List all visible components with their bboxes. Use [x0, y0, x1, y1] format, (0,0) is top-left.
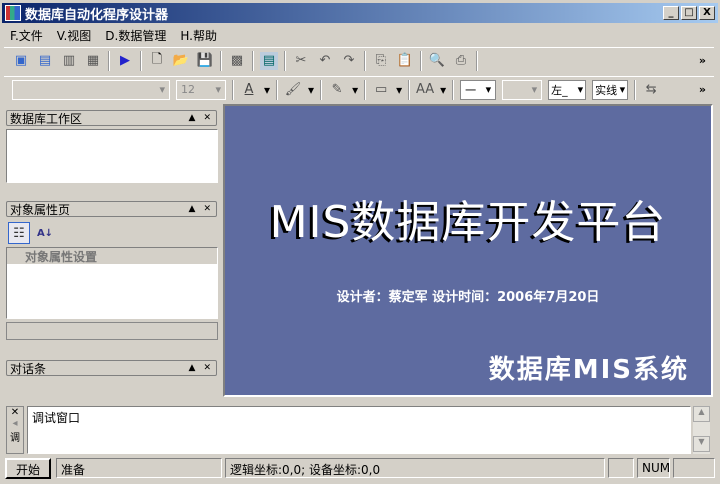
- app-icon: [5, 5, 21, 21]
- property-group-header: 对象属性设置: [7, 248, 217, 264]
- maximize-button[interactable]: □: [681, 6, 697, 20]
- menu-file[interactable]: F.文件: [10, 27, 43, 44]
- collapse-icon[interactable]: ▲: [189, 363, 196, 373]
- open-folder-icon[interactable]: 📂: [172, 52, 190, 70]
- line-style-combo[interactable]: 一 ▾: [460, 79, 497, 100]
- open-project-icon[interactable]: ▤: [36, 52, 54, 70]
- align-combo[interactable]: 左_ ▾: [548, 79, 587, 100]
- splash-system-name: 数据库MIS系统: [488, 355, 689, 385]
- debug-window[interactable]: 调试窗口: [27, 406, 691, 454]
- title-bar: 数据库自动化程序设计器 _ □ X: [2, 3, 718, 23]
- save-icon[interactable]: 💾: [196, 52, 214, 70]
- dialog-title: 对话条: [10, 361, 47, 376]
- toolbar-format: ▾ 12 ▾ A ▾ 🖌 ▾ ✎ ▾ ▭ ▾ AA ▾ 一 ▾ ▾ 左_ ▾ 实线 ▾ ⇆ »: [4, 76, 714, 102]
- collapse-icon[interactable]: ▲: [189, 113, 196, 123]
- font-size-combo[interactable]: 12 ▾: [176, 79, 226, 100]
- print-preview-icon[interactable]: 🔍: [428, 52, 446, 70]
- debug-side-label: 调: [10, 433, 20, 444]
- layout-icon[interactable]: ⇆: [642, 81, 660, 99]
- status-num: NUM: [637, 458, 670, 478]
- properties-title: 对象属性页: [10, 202, 71, 217]
- toolbar-standard: ▣ ▤ ▥ ▦ ▶ 🗋 📂 💾 ▩ ▤ ✂ ↶ ↷ ⎘ 📋 🔍 ⎙ »: [4, 47, 714, 73]
- properties-panel-header: 对象属性页 ▲ ✕: [6, 201, 217, 217]
- close-icon[interactable]: ✕: [203, 204, 211, 214]
- font-name-combo[interactable]: ▾: [12, 79, 170, 100]
- property-grid[interactable]: 对象属性设置: [6, 247, 218, 319]
- arrow-left-icon[interactable]: ◂: [7, 418, 23, 429]
- workspace-tree[interactable]: [6, 129, 218, 183]
- close-icon[interactable]: ✕: [203, 363, 211, 373]
- splash-title: MIS数据库开发平台: [269, 197, 667, 248]
- print-icon[interactable]: ⎙: [452, 52, 470, 70]
- form-icon[interactable]: ▦: [84, 52, 102, 70]
- fill-color-icon[interactable]: 🖌: [284, 81, 302, 99]
- dialog-panel-header: 对话条 ▲ ✕: [6, 360, 217, 376]
- border-icon[interactable]: ▭: [372, 81, 390, 99]
- workspace-title: 数据库工作区: [10, 111, 83, 126]
- table-icon[interactable]: ▥: [60, 52, 78, 70]
- text-style-icon[interactable]: AA: [416, 81, 434, 99]
- redo-icon[interactable]: ↷: [340, 52, 358, 70]
- status-ready: 准备: [56, 458, 222, 478]
- debug-dock-handle: ✕ ◂ 调: [6, 406, 24, 454]
- new-file-icon[interactable]: 🗋: [148, 52, 166, 70]
- new-project-icon[interactable]: ▣: [12, 52, 30, 70]
- status-caps: [608, 458, 634, 478]
- categorized-icon[interactable]: ☷: [8, 222, 30, 244]
- menu-view[interactable]: V.视图: [57, 27, 91, 44]
- status-coordinates: 逻辑坐标:0,0; 设备坐标:0,0: [225, 458, 605, 478]
- cut-icon[interactable]: ✂: [292, 52, 310, 70]
- line-type-combo[interactable]: 实线 ▾: [592, 79, 629, 100]
- scroll-up-icon[interactable]: ▲: [693, 406, 710, 422]
- copy-icon[interactable]: ⎘: [372, 52, 390, 70]
- window-title: 数据库自动化程序设计器: [25, 7, 169, 23]
- property-description: [6, 322, 218, 340]
- resize-grip[interactable]: [673, 458, 715, 478]
- sort-alpha-icon[interactable]: A↓: [36, 224, 54, 242]
- close-icon[interactable]: ✕: [203, 113, 211, 123]
- close-icon[interactable]: ✕: [7, 407, 23, 418]
- paste-icon[interactable]: 📋: [396, 52, 414, 70]
- splash-canvas: MIS数据库开发平台 设计者：蔡定军 设计时间：2006年7月20日 数据库MI…: [223, 104, 713, 397]
- workspace-panel-header: 数据库工作区 ▲ ✕: [6, 110, 217, 126]
- minimize-button[interactable]: _: [663, 6, 679, 20]
- undo-icon[interactable]: ↶: [316, 52, 334, 70]
- run-icon[interactable]: ▶: [116, 52, 134, 70]
- menu-data-management[interactable]: D.数据管理: [105, 27, 166, 44]
- font-color-icon[interactable]: A: [240, 81, 258, 99]
- splash-subtitle: 设计者：蔡定军 设计时间：2006年7月20日: [336, 290, 600, 305]
- line-color-icon[interactable]: ✎: [328, 81, 346, 99]
- line-width-combo[interactable]: ▾: [502, 79, 543, 100]
- scroll-down-icon[interactable]: ▼: [693, 436, 710, 452]
- properties-window-icon[interactable]: ▤: [260, 51, 278, 70]
- debug-scrollbar[interactable]: ▲ ▼: [693, 406, 710, 454]
- toolbar-overflow-2[interactable]: »: [699, 83, 706, 96]
- close-button[interactable]: X: [699, 6, 715, 20]
- debug-text: 调试窗口: [32, 411, 81, 425]
- start-button[interactable]: 开始: [5, 458, 51, 479]
- collapse-icon[interactable]: ▲: [189, 204, 196, 214]
- design-icon[interactable]: ▩: [228, 52, 246, 70]
- menu-bar: F.文件 V.视图 D.数据管理 H.帮助: [4, 25, 217, 45]
- toolbar-overflow[interactable]: »: [699, 54, 706, 67]
- menu-help[interactable]: H.帮助: [180, 27, 217, 44]
